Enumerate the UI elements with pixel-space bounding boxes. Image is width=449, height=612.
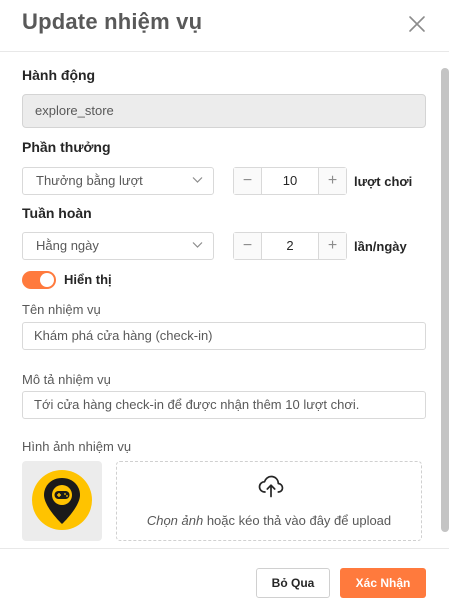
modal-header: Update nhiệm vụ — [0, 0, 449, 52]
task-image-label: Hình ảnh nhiệm vụ — [22, 439, 132, 454]
action-label: Hành động — [22, 67, 96, 83]
chevron-down-icon — [192, 177, 203, 183]
task-name-input[interactable]: Khám phá cửa hàng (check-in) — [22, 322, 426, 350]
minus-icon[interactable]: − — [234, 233, 262, 259]
action-field: explore_store — [22, 94, 426, 128]
upload-hint: hoặc kéo thả vào đây để upload — [203, 513, 392, 528]
toggle-knob — [40, 273, 54, 287]
close-icon[interactable] — [405, 12, 429, 36]
cloud-upload-icon — [258, 475, 284, 498]
visibility-toggle[interactable] — [22, 271, 56, 289]
recurrence-label: Tuần hoàn — [22, 205, 92, 221]
task-image-thumbnail[interactable] — [22, 461, 102, 541]
task-name-label: Tên nhiệm vụ — [22, 302, 101, 317]
recurrence-count-value[interactable]: 2 — [262, 233, 318, 259]
upload-choose-link[interactable]: Chọn ảnh — [147, 513, 203, 528]
visibility-label: Hiển thị — [64, 272, 112, 287]
gamepad-location-pin-icon — [32, 470, 92, 530]
reward-label: Phần thưởng — [22, 139, 111, 155]
task-description-label: Mô tả nhiệm vụ — [22, 372, 111, 387]
reward-quantity-value[interactable]: 10 — [262, 168, 318, 194]
plus-icon[interactable]: + — [318, 233, 346, 259]
reward-quantity-stepper[interactable]: − 10 + — [233, 167, 347, 195]
plus-icon[interactable]: + — [318, 168, 346, 194]
task-description-input[interactable]: Tới cửa hàng check-in để được nhận thêm … — [22, 391, 426, 419]
scrollbar-thumb[interactable] — [441, 68, 449, 532]
recurrence-value: Hằng ngày — [36, 238, 99, 253]
update-task-modal: Update nhiệm vụ Hành động explore_store … — [0, 0, 449, 612]
cancel-button[interactable]: Bỏ Qua — [256, 568, 330, 598]
recurrence-count-stepper[interactable]: − 2 + — [233, 232, 347, 260]
upload-instruction: Chọn ảnh hoặc kéo thả vào đây để upload — [117, 513, 421, 528]
minus-icon[interactable]: − — [234, 168, 262, 194]
chevron-down-icon — [192, 242, 203, 248]
reward-type-value: Thưởng bằng lượt — [36, 173, 143, 188]
image-upload-dropzone[interactable]: Chọn ảnh hoặc kéo thả vào đây để upload — [116, 461, 422, 541]
recurrence-unit: lần/ngày — [354, 239, 407, 254]
confirm-button[interactable]: Xác Nhận — [340, 568, 426, 598]
reward-unit: lượt chơi — [354, 174, 413, 189]
modal-title: Update nhiệm vụ — [22, 9, 203, 34]
reward-type-select[interactable]: Thưởng bằng lượt — [22, 167, 214, 195]
recurrence-select[interactable]: Hằng ngày — [22, 232, 214, 260]
